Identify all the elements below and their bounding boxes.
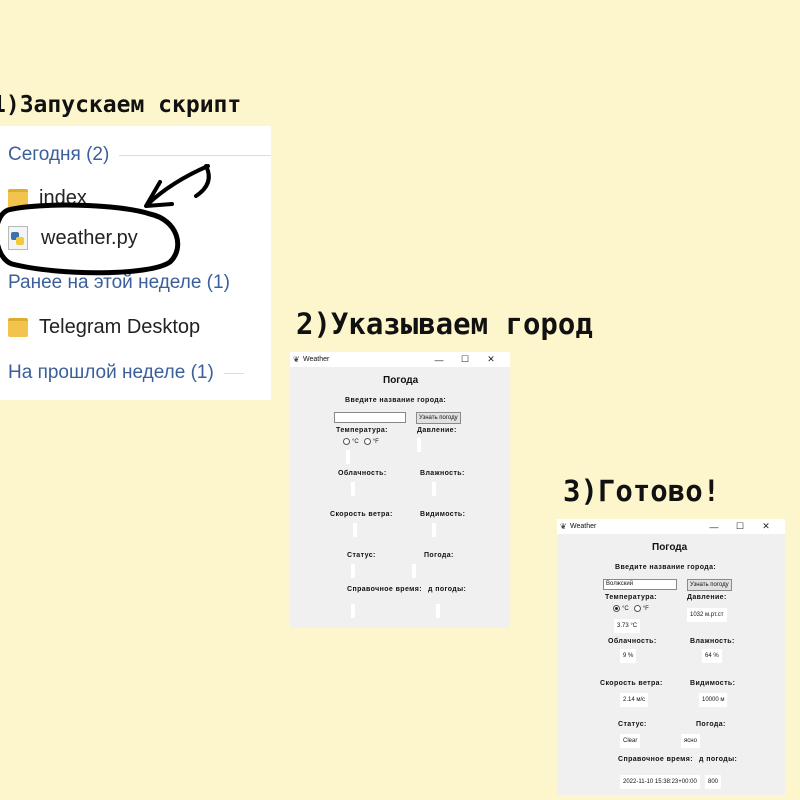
group-header-label: На прошлой неделе (1) — [8, 362, 214, 383]
file-name: weather.py — [41, 226, 138, 249]
minimize-button[interactable]: — — [701, 522, 727, 532]
app-heading: Погода — [383, 375, 419, 386]
visibility-label: Видимость: — [420, 511, 466, 518]
pressure-label: Давление: — [417, 427, 457, 434]
step-3-title: 3)Готово! — [563, 474, 721, 508]
tk-feather-icon: ❦ — [560, 522, 567, 531]
status-label: Статус: — [618, 721, 647, 728]
clouds-value — [351, 482, 355, 496]
group-divider — [223, 372, 244, 374]
weather-value — [412, 564, 416, 578]
ref-time-value: 2022-11-10 15:38:23+00:00 — [620, 775, 700, 789]
clouds-label: Облачность: — [608, 638, 657, 645]
window-titlebar[interactable]: ❦ Weather — ☐ ✕ — [290, 352, 510, 367]
window-title: Weather — [303, 356, 330, 363]
file-explorer-panel: Сегодня (2) index weather.py Ранее на эт… — [0, 126, 271, 400]
group-header-last-week[interactable]: На прошлой неделе (1) — [8, 362, 244, 384]
file-name: index — [39, 187, 87, 209]
file-item-index[interactable]: index — [8, 187, 87, 210]
weather-window-result: ❦ Weather — ☐ ✕ Погода Введите название … — [557, 519, 785, 795]
visibility-value — [432, 523, 436, 537]
visibility-value: 10000 м — [699, 693, 728, 707]
step-2-title: 2)Указываем город — [296, 307, 593, 341]
get-weather-button[interactable]: Узнать погоду — [687, 579, 732, 591]
city-input[interactable] — [334, 412, 406, 423]
radio-celsius-label: °C — [622, 605, 629, 612]
close-button[interactable]: ✕ — [753, 521, 779, 532]
weather-value: ясно — [681, 734, 700, 748]
ref-time-label: Справочное время: — [347, 586, 422, 593]
group-header-label: Ранее на этой неделе (1) — [8, 272, 230, 293]
group-header-today[interactable]: Сегодня (2) — [8, 144, 271, 166]
pressure-value — [417, 438, 421, 452]
wind-value: 2.14 м/с — [620, 693, 649, 707]
maximize-button[interactable]: ☐ — [452, 354, 478, 365]
ref-time-value — [351, 604, 355, 618]
file-name: Telegram Desktop — [39, 316, 201, 338]
temperature-value: 3.73 °C — [614, 619, 641, 633]
city-prompt-label: Введите название города: — [615, 564, 717, 571]
weather-code-value — [436, 604, 440, 618]
weather-window-empty: ❦ Weather — ☐ ✕ Погода Введите название … — [290, 352, 510, 628]
folder-icon — [8, 189, 28, 208]
clouds-label: Облачность: — [338, 470, 387, 477]
humidity-label: Влажность: — [690, 638, 735, 645]
status-label: Статус: — [347, 552, 376, 559]
file-item-telegram-desktop[interactable]: Telegram Desktop — [8, 316, 200, 339]
pressure-label: Давление: — [687, 594, 727, 601]
group-header-this-week[interactable]: Ранее на этой неделе (1) — [8, 272, 230, 294]
radio-fahrenheit[interactable] — [633, 605, 641, 612]
weather-code-label: д погоды: — [699, 756, 738, 763]
file-item-weather-py[interactable]: weather.py — [8, 226, 138, 250]
humidity-value: 64 % — [702, 649, 722, 663]
radio-celsius[interactable] — [613, 605, 620, 612]
hand-drawn-circle-arrow — [0, 164, 211, 276]
radio-celsius-label: °C — [352, 438, 359, 445]
unit-radio-group: °C °F — [613, 605, 649, 612]
radio-fahrenheit-label: °F — [372, 438, 379, 445]
status-value: Clear — [620, 734, 641, 748]
weather-label: Погода: — [424, 552, 454, 559]
group-divider — [119, 154, 271, 156]
status-value — [351, 564, 355, 578]
ref-time-label: Справочное время: — [618, 756, 693, 763]
maximize-button[interactable]: ☐ — [727, 521, 753, 532]
temperature-label: Температура: — [336, 427, 388, 434]
python-file-icon — [8, 226, 28, 250]
app-heading: Погода — [652, 542, 688, 553]
radio-celsius[interactable] — [343, 438, 350, 445]
wind-label: Скорость ветра: — [330, 511, 393, 518]
unit-radio-group: °C °F — [343, 438, 379, 445]
humidity-value — [432, 482, 436, 496]
humidity-label: Влажность: — [420, 470, 465, 477]
group-header-label: Сегодня (2) — [8, 144, 110, 165]
radio-fahrenheit-label: °F — [642, 605, 649, 612]
city-prompt-label: Введите название города: — [345, 397, 447, 404]
folder-icon — [8, 318, 28, 337]
weather-label: Погода: — [696, 721, 726, 728]
radio-fahrenheit[interactable] — [363, 438, 371, 445]
weather-code-label: д погоды: — [428, 586, 467, 593]
clouds-value: 9 % — [620, 649, 637, 663]
get-weather-button[interactable]: Узнать погоду — [416, 412, 461, 424]
temperature-value — [346, 450, 350, 464]
tk-feather-icon: ❦ — [293, 355, 300, 364]
temperature-label: Температура: — [605, 594, 657, 601]
minimize-button[interactable]: — — [426, 355, 452, 365]
wind-value — [353, 523, 357, 537]
step-1-title: 1)Запускаем скрипт — [0, 92, 242, 118]
window-titlebar[interactable]: ❦ Weather — ☐ ✕ — [557, 519, 785, 534]
weather-code-value: 800 — [705, 775, 722, 789]
wind-label: Скорость ветра: — [600, 680, 663, 687]
pressure-value: 1032 м.рт.ст — [687, 608, 727, 622]
window-title: Weather — [570, 523, 597, 530]
city-input[interactable]: Волжский — [603, 579, 677, 590]
visibility-label: Видимость: — [690, 680, 736, 687]
close-button[interactable]: ✕ — [478, 354, 504, 365]
